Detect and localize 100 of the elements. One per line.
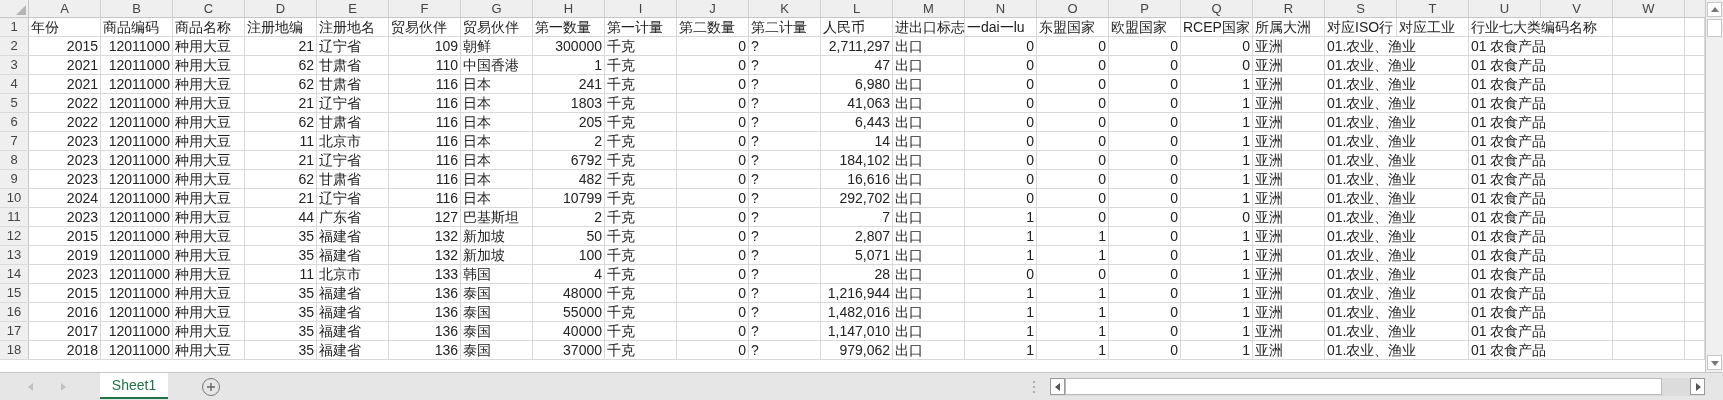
table-cell: 62 [245,75,317,93]
column-header[interactable]: R [1253,0,1325,17]
table-cell: 0 [1109,208,1181,226]
table-cell: 01.农业、渔业 [1325,189,1469,207]
column-header[interactable]: B [101,0,173,17]
table-cell: 人民币 [821,18,893,36]
column-header[interactable]: V [1541,0,1613,17]
table-cell: 116 [389,189,461,207]
column-header[interactable]: E [317,0,389,17]
row-header[interactable]: 4 [0,75,29,93]
row-header[interactable]: 13 [0,246,29,264]
table-cell: 979,062 [821,341,893,359]
row-header[interactable]: 17 [0,322,29,340]
table-cell: 千克 [605,170,677,188]
row-header[interactable]: 1 [0,18,29,36]
table-cell: 1 [1037,227,1109,245]
table-cell: 1 [1181,94,1253,112]
table-cell: 注册地编 [245,18,317,36]
column-header[interactable]: M [893,0,965,17]
scroll-right-button[interactable] [1690,378,1705,395]
column-header[interactable]: U [1469,0,1541,17]
row-header[interactable]: 5 [0,94,29,112]
table-cell: 1 [1181,189,1253,207]
column-header[interactable]: S [1325,0,1397,17]
table-cell: 50 [533,227,605,245]
table-cell: 205 [533,113,605,131]
table-cell: 1 [1181,303,1253,321]
table-cell: 01.农业、渔业 [1325,132,1469,150]
row-header[interactable]: 2 [0,37,29,55]
table-cell: 2023 [29,170,101,188]
table-cell: 1 [1181,151,1253,169]
table-cell: 116 [389,113,461,131]
table-cell: 35 [245,246,317,264]
splitter-handle-icon[interactable] [1032,379,1036,394]
table-cell: 2021 [29,75,101,93]
scroll-up-button[interactable] [1707,2,1722,17]
column-header[interactable]: D [245,0,317,17]
table-cell: 116 [389,151,461,169]
table-cell: 1 [1037,341,1109,359]
table-cell: 01 农食产品 [1469,322,1613,340]
row-header[interactable]: 11 [0,208,29,226]
table-cell: 01 农食产品 [1469,303,1613,321]
row-header[interactable]: 6 [0,113,29,131]
left-arrow-icon [26,381,36,392]
scroll-down-button[interactable] [1707,355,1722,370]
table-cell: 01.农业、渔业 [1325,113,1469,131]
table-cell: 55000 [533,303,605,321]
table-cell: 对应ISO行 [1325,18,1397,36]
row-header[interactable]: 18 [0,341,29,359]
table-cell: 136 [389,303,461,321]
table-cell: 1 [965,227,1037,245]
table-cell: 109 [389,37,461,55]
horizontal-scrollbar[interactable] [1050,377,1705,396]
table-cell: 0 [965,151,1037,169]
table-cell: 01 农食产品 [1469,246,1613,264]
row-header[interactable]: 7 [0,132,29,150]
column-header[interactable]: J [677,0,749,17]
row-header[interactable]: 9 [0,170,29,188]
table-cell: 亚洲 [1253,170,1325,188]
table-cell: 0 [1109,303,1181,321]
table-cell: 0 [965,75,1037,93]
scroll-thumb[interactable] [1065,378,1662,395]
row-header[interactable]: 14 [0,265,29,283]
scroll-left-button[interactable] [1050,378,1065,395]
column-header[interactable]: T [1397,0,1469,17]
row-header[interactable]: 12 [0,227,29,245]
row-header[interactable]: 15 [0,284,29,302]
column-header[interactable]: I [605,0,677,17]
column-header[interactable]: G [461,0,533,17]
table-cell: 所属大洲 [1253,18,1325,36]
column-header[interactable]: O [1037,0,1109,17]
table-cell: 62 [245,170,317,188]
table-cell: 01.农业、渔业 [1325,208,1469,226]
select-all-icon[interactable] [16,5,26,15]
column-header[interactable]: K [749,0,821,17]
table-cell: 12011000 [101,303,173,321]
column-header[interactable]: C [173,0,245,17]
column-header[interactable]: W [1613,0,1685,17]
column-header[interactable]: F [389,0,461,17]
column-header[interactable]: H [533,0,605,17]
row-header[interactable]: 3 [0,56,29,74]
table-cell: 12011000 [101,265,173,283]
vertical-scrollbar[interactable] [1705,0,1723,372]
table-cell: 泰国 [461,322,533,340]
column-header[interactable]: L [821,0,893,17]
column-header[interactable]: A [29,0,101,17]
row-header[interactable]: 8 [0,151,29,169]
table-cell: 01.农业、渔业 [1325,37,1469,55]
column-header[interactable]: Q [1181,0,1253,17]
table-cell: 21 [245,37,317,55]
table-cell: 0 [965,170,1037,188]
table-cell: 出口 [893,246,965,264]
table-cell: 福建省 [317,227,389,245]
column-header[interactable]: N [965,0,1037,17]
table-cell: 巴基斯坦 [461,208,533,226]
row-header[interactable]: 10 [0,189,29,207]
column-header[interactable]: P [1109,0,1181,17]
sheet-tab[interactable]: Sheet1 [100,373,168,399]
scroll-thumb[interactable] [1707,19,1722,37]
row-header[interactable]: 16 [0,303,29,321]
